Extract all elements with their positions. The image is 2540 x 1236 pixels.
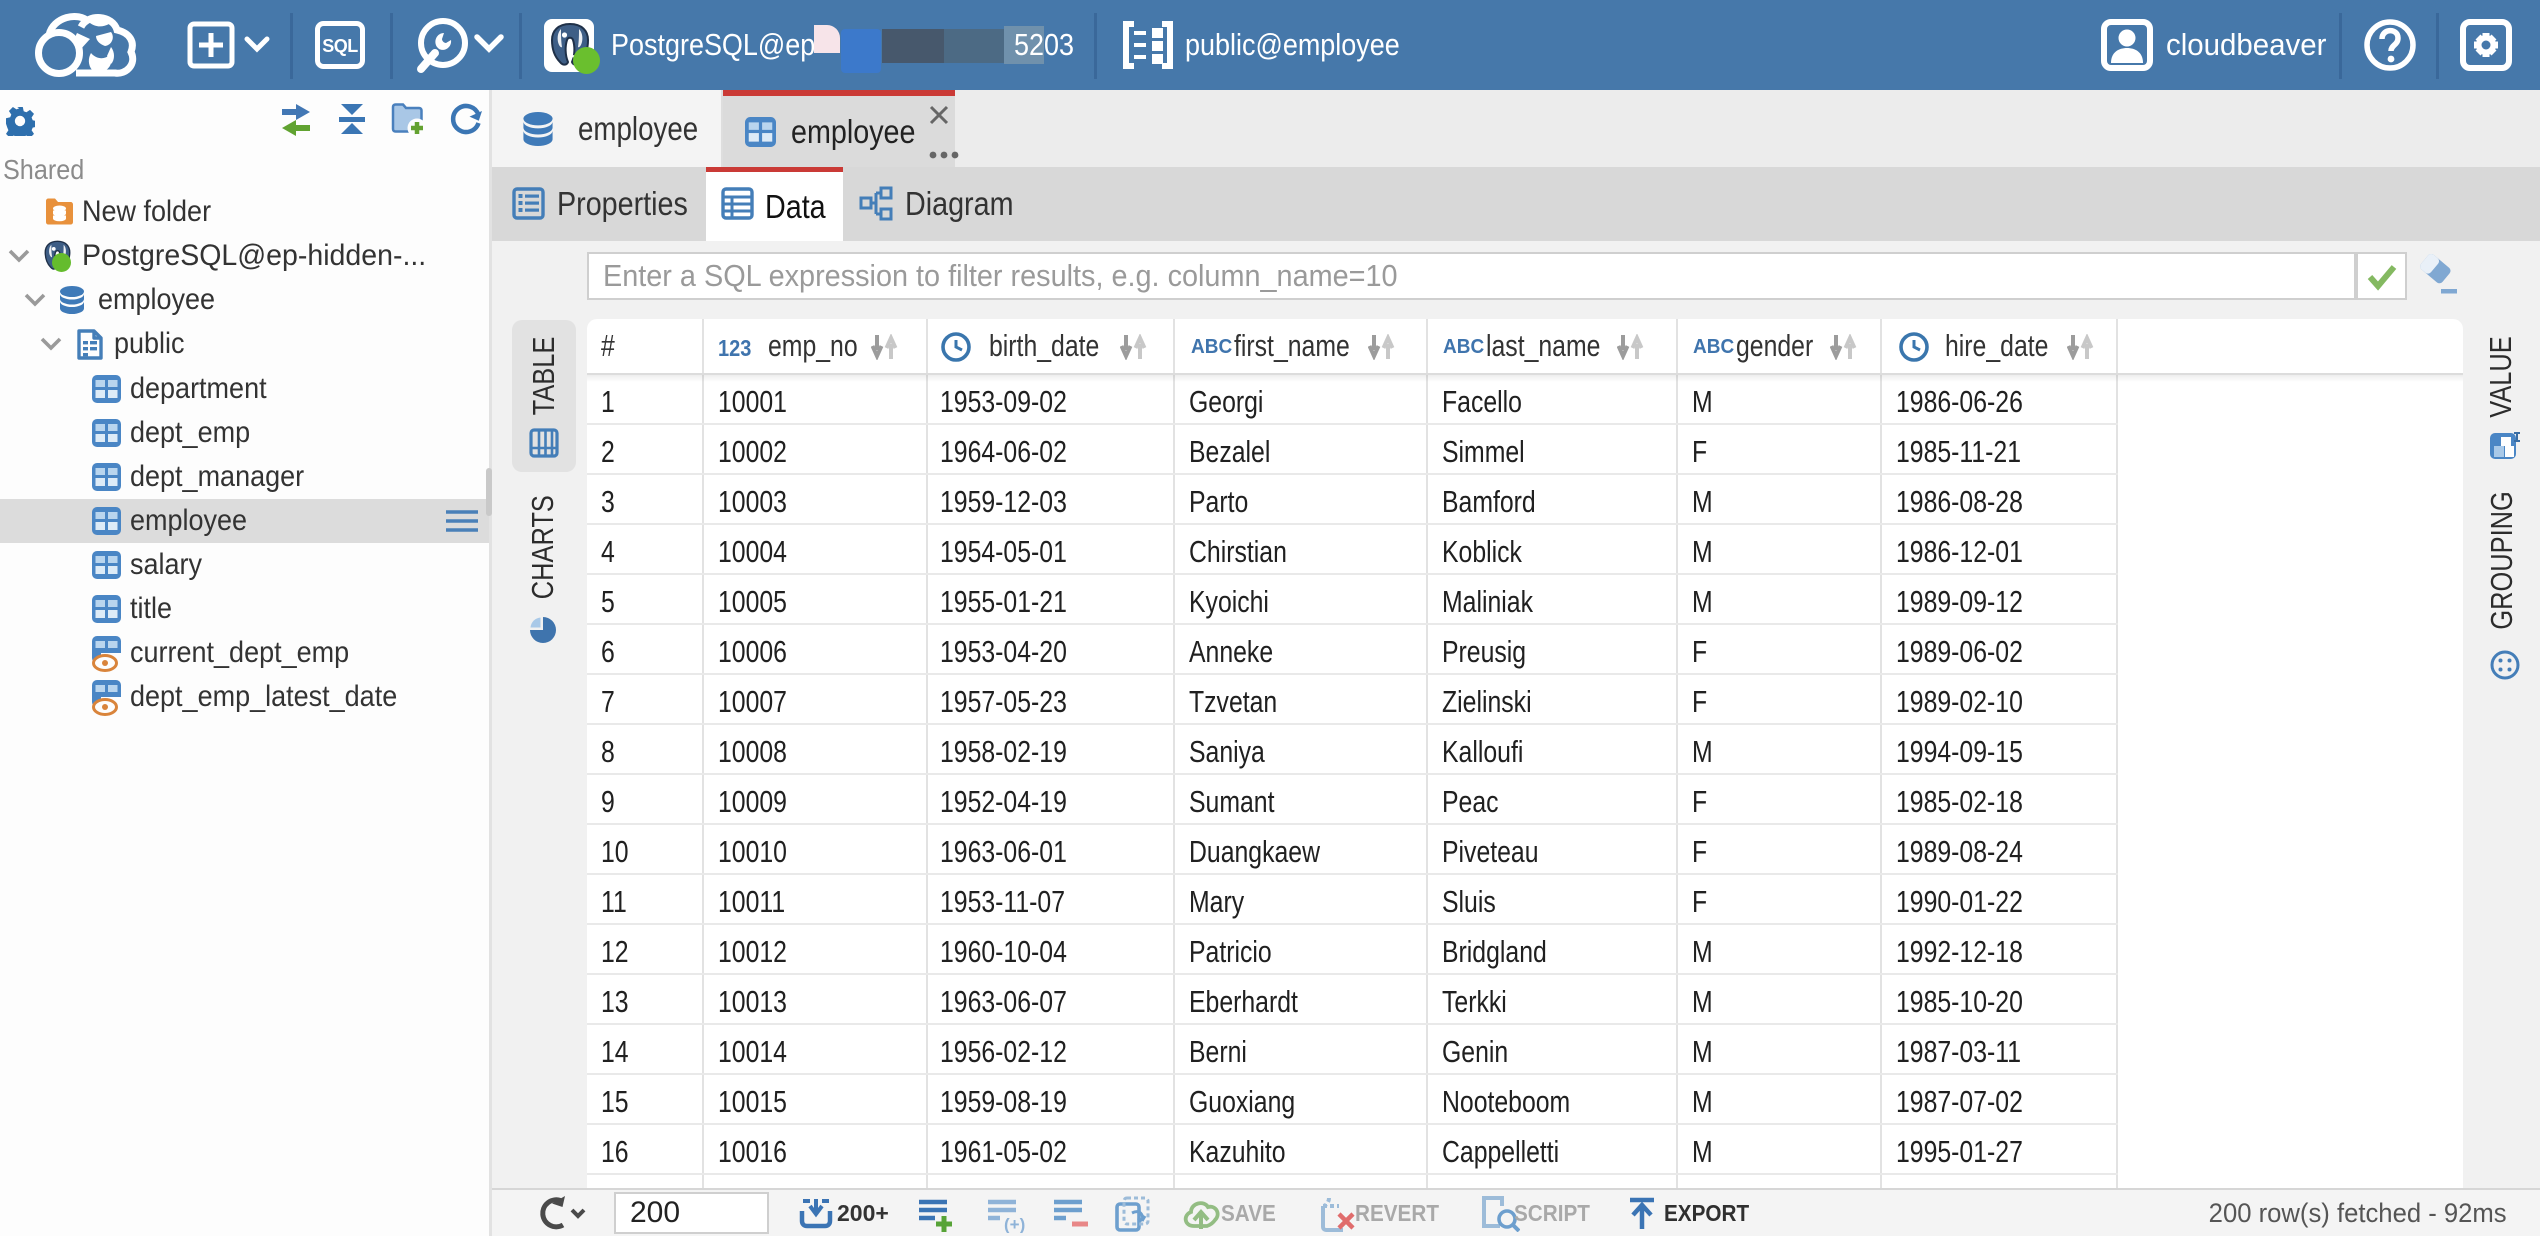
svg-text:SQL: SQL — [322, 36, 358, 56]
svg-text:(+): (+) — [1004, 1215, 1025, 1233]
